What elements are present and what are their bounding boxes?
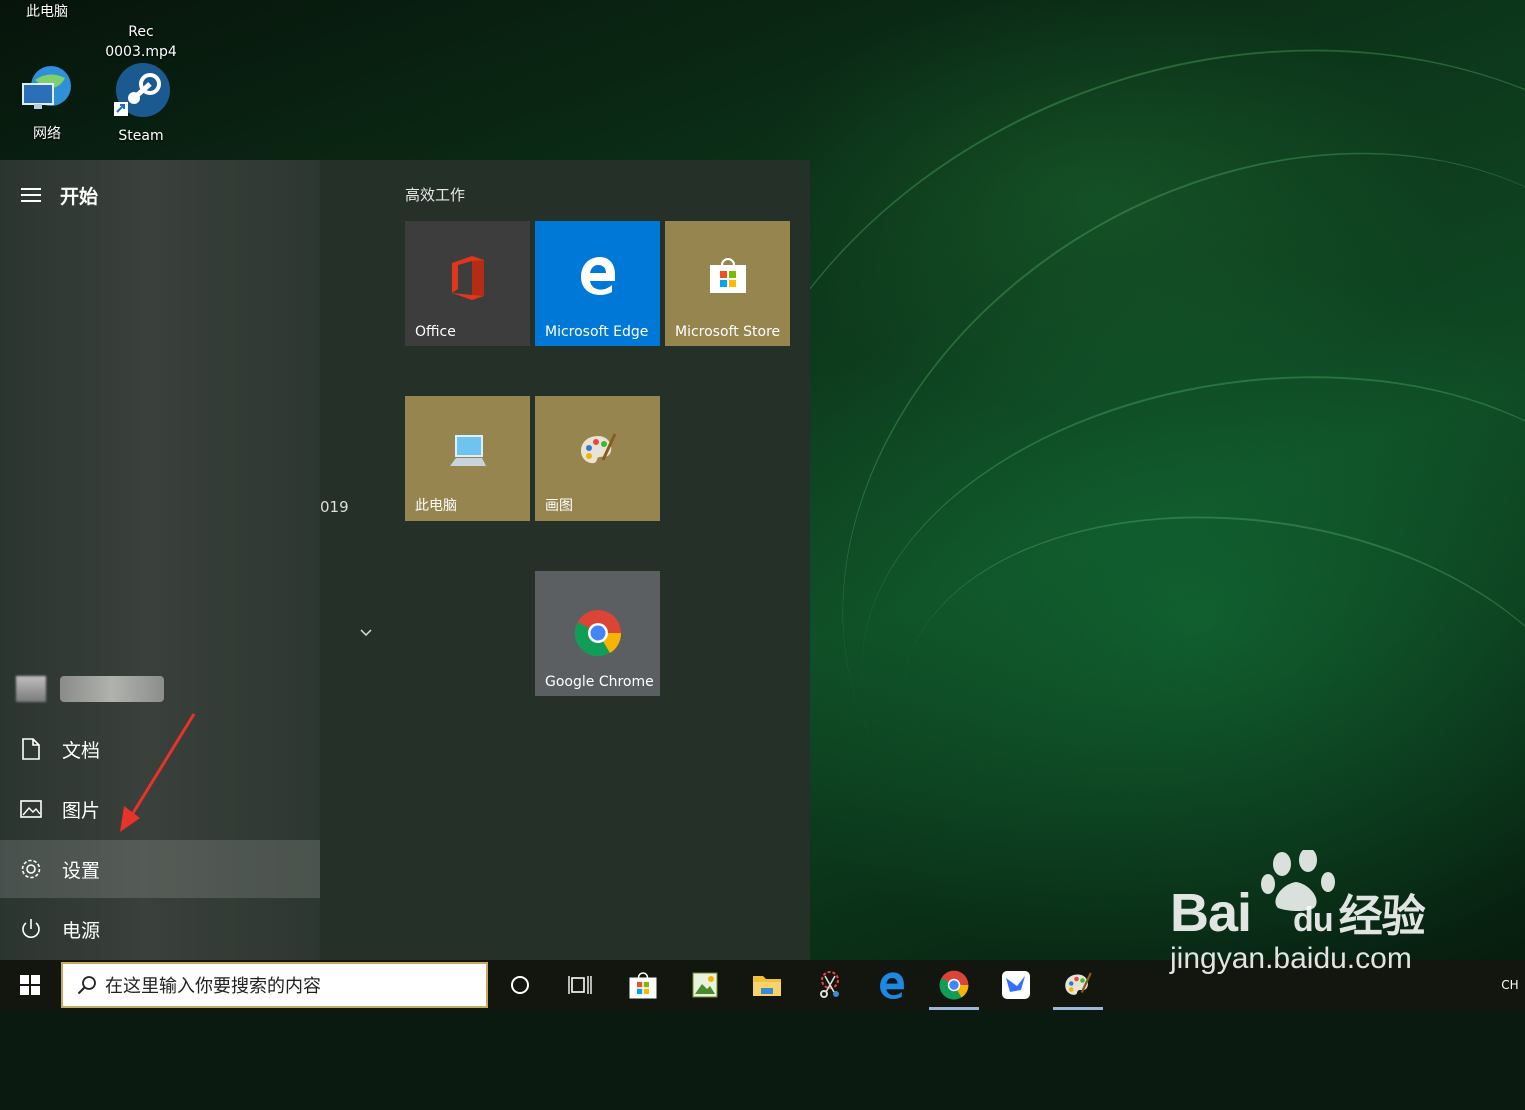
computer-icon <box>405 430 530 470</box>
start-nav-rail: 开始 文档 图片 设置 电源 <box>0 160 320 960</box>
nav-label: 电源 <box>62 919 101 942</box>
search-placeholder: 在这里输入你要搜索的内容 <box>105 976 321 997</box>
nav-label: 图片 <box>62 799 101 822</box>
desktop-icon-this-pc[interactable]: 此电脑 <box>10 2 84 22</box>
tile-microsoft-edge[interactable]: Microsoft Edge <box>535 221 660 346</box>
blurred-username <box>60 676 164 702</box>
taskbar-file-explorer[interactable] <box>742 960 792 1010</box>
nav-power[interactable]: 电源 <box>0 900 320 958</box>
nav-label: 文档 <box>62 739 101 762</box>
tile-label: Google Chrome <box>545 674 654 690</box>
task-view-button[interactable] <box>555 960 605 1010</box>
tile-microsoft-store[interactable]: Microsoft Store <box>665 221 790 346</box>
desktop-icon-label: Steam <box>118 128 164 144</box>
tile-label: Microsoft Store <box>675 324 781 340</box>
folder-icon <box>753 976 781 996</box>
document-icon <box>0 738 62 760</box>
cortana-button[interactable] <box>495 960 545 1010</box>
taskbar-image-viewer[interactable] <box>680 960 730 1010</box>
taskbar-store[interactable] <box>618 960 668 1010</box>
watermark-brand-du: du <box>1293 901 1334 939</box>
store-icon <box>629 972 657 999</box>
start-button[interactable] <box>0 960 60 1010</box>
app-list: 019 <box>320 160 390 960</box>
chrome-icon <box>535 609 660 657</box>
language-label: CH <box>1501 978 1519 992</box>
tile-label: Microsoft Edge <box>545 324 649 340</box>
desktop-icon-label: 此电脑 <box>26 4 68 20</box>
chrome-icon <box>939 970 969 1000</box>
start-menu-header[interactable]: 开始 <box>0 166 320 224</box>
task-view-icon <box>568 976 592 994</box>
paint-palette-icon <box>1065 972 1092 995</box>
taskbar-edge[interactable] <box>867 960 917 1010</box>
scissors-icon <box>820 971 839 998</box>
taskbar-snipping-tool[interactable] <box>805 960 855 1010</box>
tile-office[interactable]: Office <box>405 221 530 346</box>
nav-settings[interactable]: 设置 <box>0 840 320 898</box>
tile-label: Office <box>415 324 456 340</box>
gear-icon <box>0 858 62 880</box>
desktop-icon-label: Rec 0003.mp4 <box>105 24 177 60</box>
office-icon <box>405 255 530 301</box>
desktop-icon-video-file[interactable]: Rec 0003.mp4 <box>96 2 186 62</box>
taskbar-paint[interactable] <box>1053 960 1103 1010</box>
windows-logo-icon <box>20 975 40 995</box>
start-title: 开始 <box>60 185 99 208</box>
pictures-icon <box>0 800 62 818</box>
tile-paint[interactable]: 画图 <box>535 396 660 521</box>
power-icon <box>0 918 62 940</box>
edge-icon <box>535 255 660 295</box>
watermark-suffix: 经验 <box>1338 892 1426 941</box>
avatar <box>0 676 62 702</box>
input-language-indicator[interactable]: CH <box>1496 960 1524 1010</box>
annotation-arrow <box>120 713 196 832</box>
paint-palette-icon <box>535 430 660 470</box>
taskbar-feishu[interactable] <box>991 960 1041 1010</box>
tile-label: 此电脑 <box>415 498 457 514</box>
network-icon <box>22 66 71 109</box>
watermark-brand: Bai <box>1170 883 1252 943</box>
bird-app-icon <box>1002 971 1030 999</box>
start-menu: 开始 文档 图片 设置 电源 019 高效工作 Office Microsoft… <box>0 160 810 960</box>
partial-app-text: 019 <box>320 498 349 516</box>
search-icon <box>77 976 96 995</box>
desktop-icon-network[interactable]: 网络 <box>2 62 92 144</box>
store-icon <box>665 255 790 295</box>
hamburger-icon[interactable] <box>0 188 62 202</box>
image-viewer-icon <box>692 972 718 998</box>
tile-google-chrome[interactable]: Google Chrome <box>535 571 660 696</box>
tile-label: 画图 <box>545 498 573 514</box>
taskbar-search-box[interactable]: 在这里输入你要搜索的内容 <box>61 962 488 1008</box>
desktop-icon-steam[interactable]: Steam <box>96 62 186 146</box>
watermark-url: jingyan.baidu.com <box>1170 942 1412 975</box>
baidu-jingyan-watermark: Bai du 经验 jingyan.baidu.com <box>1170 850 1460 980</box>
cortana-icon <box>511 976 529 994</box>
desktop-icon-label: 网络 <box>33 126 61 142</box>
tile-this-pc[interactable]: 此电脑 <box>405 396 530 521</box>
taskbar-chrome[interactable] <box>929 960 979 1010</box>
nav-label: 设置 <box>62 859 101 882</box>
edge-icon <box>880 972 904 999</box>
tile-group-title: 高效工作 <box>405 186 466 204</box>
chevron-down-icon[interactable] <box>360 622 372 641</box>
steam-icon <box>114 63 170 117</box>
